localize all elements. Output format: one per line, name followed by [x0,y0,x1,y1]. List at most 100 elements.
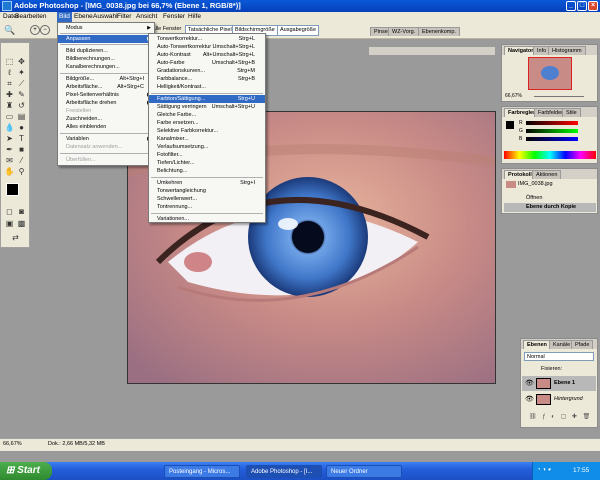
tab-ebenenkomp[interactable]: Ebenenkomp. [418,27,460,36]
zoom-out-icon[interactable]: − [40,25,50,35]
tab-stile[interactable]: Stile [562,108,581,117]
menu-item-modus[interactable]: Modus ▶ [58,24,154,32]
eraser-tool-icon[interactable]: ▭ [4,112,15,121]
tab-histogramm[interactable]: Histogramm [548,46,586,55]
close-button[interactable]: × [588,1,598,11]
status-zoom[interactable]: 66,67% [3,441,22,447]
navigator-zoom[interactable]: 66,67% [505,93,522,99]
magic-wand-icon[interactable]: ✦ [16,68,27,77]
history-brush-icon[interactable]: ↺ [16,101,27,110]
gradient-tool-icon[interactable]: ▤ [16,112,27,121]
task-photoshop[interactable]: Adobe Photoshop - [I... [246,465,322,478]
tab-pfade[interactable]: Pfade [571,340,594,349]
foreground-color-swatch[interactable] [6,183,19,196]
history-step-oeffnen[interactable]: Öffnen [526,195,542,201]
crop-tool-icon[interactable]: ⌗ [4,79,15,88]
menu-item-tonwertangleichung[interactable]: Tonwertangleichung [149,187,265,195]
quick-mask-icon[interactable]: ◙ [16,207,27,216]
lasso-tool-icon[interactable]: ℓ [4,68,15,77]
dodge-tool-icon[interactable]: ● [16,123,27,132]
menu-item-pixel-seitenverhaeltnis[interactable]: Pixel-Seitenverhältnis▶ [58,91,154,99]
brush-tool-icon[interactable]: ✎ [16,90,27,99]
minimize-button[interactable]: _ [566,1,576,11]
menu-item-farbe-ersetzen[interactable]: Farbe ersetzen... [149,119,265,127]
fullscreen-mode-icon[interactable]: ▩ [16,219,27,228]
standard-mode-icon[interactable]: ◻ [4,207,15,216]
type-tool-icon[interactable]: T [16,134,27,143]
layer-row-ebene-1[interactable]: 👁 Ebene 1 [522,376,596,391]
menu-item-verlaufsumsetzung[interactable]: Verlaufsumsetzung... [149,143,265,151]
menu-item-umkehren[interactable]: Umkehren Strg+I [149,179,265,187]
menu-item-helligkeit-kontrast[interactable]: Helligkeit/Kontrast... [149,83,265,91]
menu-item-auto-tonwertkorrektur[interactable]: Auto-Tonwertkorrektur Umschalt+Strg+L [149,43,265,51]
screen-mode-icon[interactable]: ▣ [4,219,15,228]
menu-item-variationen[interactable]: Variationen... [149,215,265,223]
stamp-tool-icon[interactable]: ♜ [4,101,15,110]
imageready-icon[interactable]: ⇄ [10,233,21,242]
menu-item-gradationskurven[interactable]: Gradationskurven... Strg+M [149,67,265,75]
print-size-button[interactable]: Ausgabegröße [277,25,320,36]
menu-item-arbeitsflaeche[interactable]: Arbeitsfläche... Alt+Strg+C [58,83,154,91]
layer-actions-bar[interactable]: ⛓ ƒ ◐ ▢ ✚ 🗑 [529,413,593,421]
slice-tool-icon[interactable]: ⟋ [16,79,27,88]
menu-item-farbbalance[interactable]: Farbbalance... Strg+B [149,75,265,83]
menu-item-bild-duplizieren[interactable]: Bild duplizieren... [58,47,154,55]
hand-tool-icon[interactable]: ✋ [4,167,15,176]
channel-b-slider[interactable] [526,137,578,141]
menu-bild[interactable]: Bild [57,12,72,22]
menu-fenster[interactable]: Fenster [161,12,187,22]
menu-item-anpassen[interactable]: Anpassen▶ [58,35,154,43]
channel-g-slider[interactable] [526,129,578,133]
task-posteingang[interactable]: Posteingang - Micros... [164,465,240,478]
zoom-tool-box-icon[interactable]: ⚲ [16,167,27,176]
channel-r-slider[interactable] [526,121,578,125]
blur-tool-icon[interactable]: 💧 [4,123,15,132]
menu-filter[interactable]: Filter [115,12,133,22]
menu-item-saettigung-verringern[interactable]: Sättigung verringern Umschalt+Strg+U [149,103,265,111]
marquee-tool-icon[interactable]: ⬚ [4,57,15,66]
menu-item-variablen[interactable]: Variablen▶ [58,135,154,143]
menu-item-tiefen-lichter[interactable]: Tiefen/Lichter... [149,159,265,167]
menu-item-auto-kontrast[interactable]: Auto-Kontrast Alt+Umschalt+Strg+L [149,51,265,59]
menu-bearbeiten[interactable]: Bearbeiten [13,12,48,22]
blend-mode-select[interactable]: Normal [524,352,594,361]
pen-tool-icon[interactable]: ✒ [4,145,15,154]
menu-item-arbeitsflaeche-drehen[interactable]: Arbeitsfläche drehen▶ [58,99,154,107]
maximize-button[interactable]: □ [577,1,587,11]
layer-row-hintergrund[interactable]: 👁 Hintergrund [522,392,596,407]
menu-item-kanalmixer[interactable]: Kanalmixer... [149,135,265,143]
menu-ansicht[interactable]: Ansicht [134,12,159,22]
menu-item-schwellenwert[interactable]: Schwellenwert... [149,195,265,203]
tab-aktionen[interactable]: Aktionen [532,170,562,179]
color-spectrum-bar[interactable] [504,151,596,159]
task-neuer-ordner[interactable]: Neuer Ordner [326,465,402,478]
path-selection-icon[interactable]: ➤ [4,134,15,143]
menu-item-belichtung[interactable]: Belichtung... [149,167,265,175]
notes-tool-icon[interactable]: ✉ [4,156,15,165]
menu-item-farbton-saettigung[interactable]: Farbton/Sättigung... Strg+U [149,95,265,103]
menu-item-selektive-farbkorrektur[interactable]: Selektive Farbkorrektur... [149,127,265,135]
navigator-thumbnail[interactable] [528,57,572,90]
tab-ebenen[interactable]: Ebenen [523,340,551,349]
eye-visibility-icon[interactable]: 👁 [525,379,534,387]
healing-brush-icon[interactable]: ✚ [4,90,15,99]
menu-item-tontrennung[interactable]: Tontrennung... [149,203,265,211]
eyedropper-icon[interactable]: ⁄ [16,156,27,165]
tab-wz-vorg[interactable]: WZ-Vorg. [388,27,420,36]
tray-icons[interactable]: ◔ ◑ ◕ [537,467,551,473]
zoom-in-icon[interactable]: + [30,25,40,35]
menu-item-gleiche-farbe[interactable]: Gleiche Farbe... [149,111,265,119]
move-tool-icon[interactable]: ✥ [16,57,27,66]
panel-fg-swatch[interactable] [506,121,514,129]
menu-item-bildberechnungen[interactable]: Bildberechnungen... [58,55,154,63]
menu-hilfe[interactable]: Hilfe [186,12,203,22]
menu-item-alles-einblenden[interactable]: Alles einblenden [58,123,154,131]
start-button[interactable]: ⊞ Start [0,462,52,480]
menu-item-kanalberechnungen[interactable]: Kanalberechnungen... [58,63,154,71]
zoom-tool-icon[interactable]: 🔍 [4,25,16,35]
navigator-zoom-slider[interactable] [534,96,584,97]
menu-item-bildgroesse[interactable]: Bildgröße... Alt+Strg+I [58,75,154,83]
menu-item-zuschneiden[interactable]: Zuschneiden... [58,115,154,123]
shape-tool-icon[interactable]: ■ [16,145,27,154]
snapshot-label[interactable]: IMG_0038.jpg [518,181,553,187]
